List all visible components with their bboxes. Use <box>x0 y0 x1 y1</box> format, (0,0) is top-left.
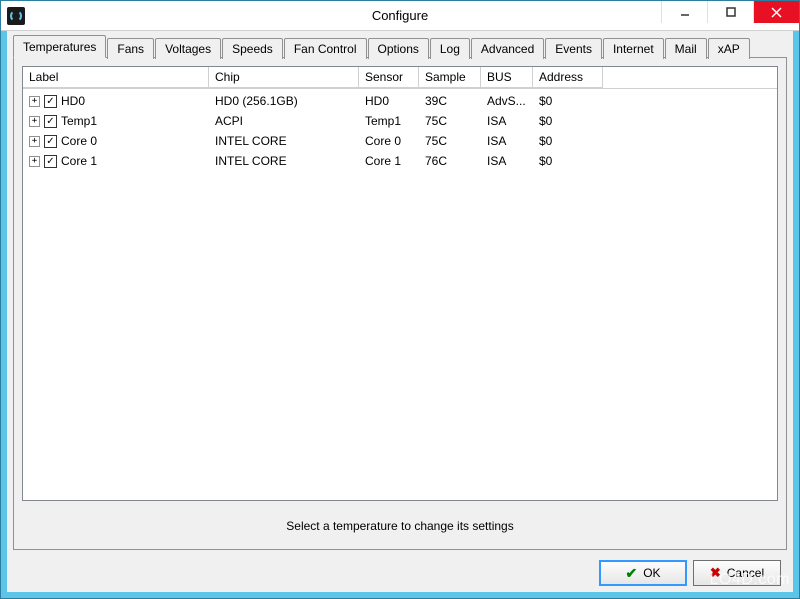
tab-temperatures[interactable]: Temperatures <box>13 35 106 58</box>
cell-label: Temp1 <box>61 114 97 128</box>
row-checkbox[interactable]: ✓ <box>44 115 57 128</box>
tab-speeds[interactable]: Speeds <box>222 38 283 59</box>
col-label[interactable]: Label <box>23 67 209 88</box>
titlebar: Configure <box>1 1 799 31</box>
cell-sample: 76C <box>419 154 481 168</box>
cancel-button[interactable]: ✖ Cancel <box>693 560 781 586</box>
configure-window: Configure Temperatures Fans Voltages Spe… <box>0 0 800 599</box>
cell-chip: INTEL CORE <box>209 154 359 168</box>
col-address[interactable]: Address <box>533 67 603 88</box>
tab-mail[interactable]: Mail <box>665 38 707 59</box>
close-button[interactable] <box>753 1 799 23</box>
app-icon <box>7 7 25 25</box>
tab-options[interactable]: Options <box>368 38 429 59</box>
cell-address: $0 <box>533 114 603 128</box>
tree-expander-icon[interactable]: + <box>29 136 40 147</box>
cell-bus: AdvS... <box>481 94 533 108</box>
col-bus[interactable]: BUS <box>481 67 533 88</box>
cell-chip: HD0 (256.1GB) <box>209 94 359 108</box>
col-sensor[interactable]: Sensor <box>359 67 419 88</box>
col-sample[interactable]: Sample <box>419 67 481 88</box>
tree-expander-icon[interactable]: + <box>29 96 40 107</box>
window-title: Configure <box>372 8 428 23</box>
temperature-listview[interactable]: Label Chip Sensor Sample BUS Address + ✓… <box>22 66 778 501</box>
row-checkbox[interactable]: ✓ <box>44 155 57 168</box>
cancel-label: Cancel <box>727 566 764 580</box>
tab-fan-control[interactable]: Fan Control <box>284 38 367 59</box>
row-checkbox[interactable]: ✓ <box>44 135 57 148</box>
cell-label: Core 0 <box>61 134 97 148</box>
cell-address: $0 <box>533 154 603 168</box>
tab-xap[interactable]: xAP <box>708 38 750 59</box>
cell-bus: ISA <box>481 134 533 148</box>
table-row[interactable]: + ✓ Core 0 INTEL CORE Core 0 75C ISA $0 <box>23 131 777 151</box>
tab-internet[interactable]: Internet <box>603 38 664 59</box>
tree-expander-icon[interactable]: + <box>29 116 40 127</box>
tab-events[interactable]: Events <box>545 38 602 59</box>
cancel-icon: ✖ <box>710 565 721 581</box>
cell-bus: ISA <box>481 114 533 128</box>
close-icon <box>771 7 782 18</box>
row-checkbox[interactable]: ✓ <box>44 95 57 108</box>
tree-expander-icon[interactable]: + <box>29 156 40 167</box>
table-row[interactable]: + ✓ Temp1 ACPI Temp1 75C ISA $0 <box>23 111 777 131</box>
tab-voltages[interactable]: Voltages <box>155 38 221 59</box>
ok-button[interactable]: ✔ OK <box>599 560 687 586</box>
cell-chip: INTEL CORE <box>209 134 359 148</box>
checkmark-icon: ✔ <box>625 565 637 582</box>
tab-fans[interactable]: Fans <box>107 38 154 59</box>
cell-label: Core 1 <box>61 154 97 168</box>
cell-address: $0 <box>533 134 603 148</box>
cell-sensor: Core 1 <box>359 154 419 168</box>
cell-sample: 75C <box>419 134 481 148</box>
ok-label: OK <box>643 566 660 580</box>
listview-rows: + ✓ HD0 HD0 (256.1GB) HD0 39C AdvS... $0… <box>23 89 777 171</box>
col-chip[interactable]: Chip <box>209 67 359 88</box>
maximize-button[interactable] <box>707 1 753 23</box>
tab-log[interactable]: Log <box>430 38 470 59</box>
cell-sensor: HD0 <box>359 94 419 108</box>
listview-header: Label Chip Sensor Sample BUS Address <box>23 67 777 89</box>
tab-advanced[interactable]: Advanced <box>471 38 544 59</box>
cell-sensor: Core 0 <box>359 134 419 148</box>
cell-sample: 39C <box>419 94 481 108</box>
minimize-icon <box>680 7 690 17</box>
table-row[interactable]: + ✓ Core 1 INTEL CORE Core 1 76C ISA $0 <box>23 151 777 171</box>
dialog-buttons: ✔ OK ✖ Cancel <box>13 554 787 586</box>
hint-text: Select a temperature to change its setti… <box>22 501 778 541</box>
minimize-button[interactable] <box>661 1 707 23</box>
cell-sensor: Temp1 <box>359 114 419 128</box>
tab-content: Label Chip Sensor Sample BUS Address + ✓… <box>13 57 787 550</box>
cell-sample: 75C <box>419 114 481 128</box>
tab-strip: Temperatures Fans Voltages Speeds Fan Co… <box>13 35 787 58</box>
cell-chip: ACPI <box>209 114 359 128</box>
window-controls <box>661 1 799 23</box>
cell-bus: ISA <box>481 154 533 168</box>
cell-address: $0 <box>533 94 603 108</box>
maximize-icon <box>726 7 736 17</box>
client-area: Temperatures Fans Voltages Speeds Fan Co… <box>7 31 793 592</box>
cell-label: HD0 <box>61 94 85 108</box>
table-row[interactable]: + ✓ HD0 HD0 (256.1GB) HD0 39C AdvS... $0 <box>23 91 777 111</box>
